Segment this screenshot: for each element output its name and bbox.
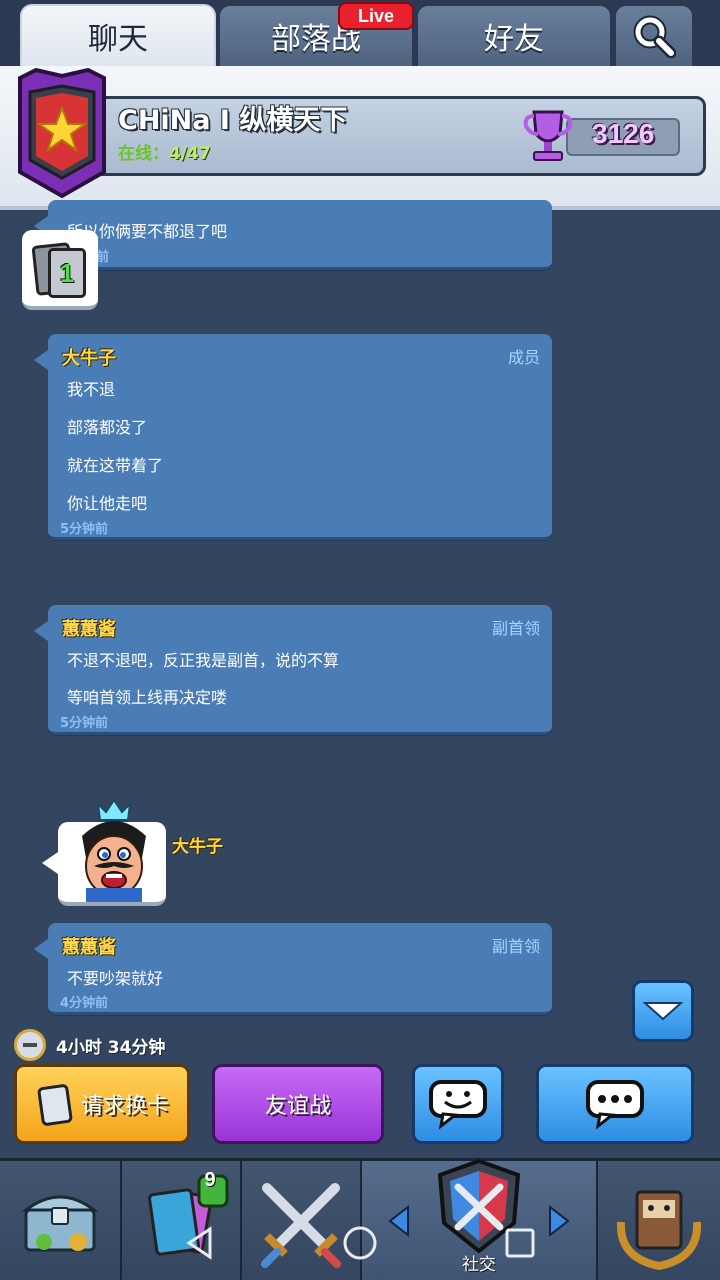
sender-role: 成员 [507, 348, 540, 367]
chat-bubble-icon [586, 1080, 644, 1130]
emote-button[interactable] [412, 1064, 504, 1144]
back-triangle-icon[interactable] [186, 1226, 214, 1260]
online-value: 4/47 [169, 144, 211, 164]
chat-message: 蕙蕙酱 副首领 不要吵架就好 4分钟前 [34, 923, 552, 1015]
chat-message: 所以你俩要不都退了吧 前 [34, 200, 552, 270]
search-button[interactable] [614, 4, 694, 68]
chat-input-button[interactable] [536, 1064, 694, 1144]
nav-events[interactable] [598, 1161, 720, 1280]
trophy-icon [523, 110, 573, 161]
friendly-battle-label: 友谊战 [264, 1094, 331, 1119]
message-line: 不要吵架就好 [67, 969, 164, 988]
scroll-down-button[interactable] [632, 980, 694, 1042]
sender-name: 蕙蕙酱 [62, 619, 116, 640]
trophy-count: 3126 [592, 118, 655, 149]
home-circle-icon[interactable] [342, 1225, 378, 1261]
online-count: 在线：4/47 [118, 139, 211, 164]
crossed-swords-icon [261, 1183, 341, 1268]
emote-message [42, 798, 166, 906]
tab-chat[interactable]: 聊天 [20, 4, 216, 68]
arrow-right-icon[interactable] [548, 1205, 570, 1237]
chat-message: 大牛子 成员 我不退 部落都没了 就在这带着了 你让他走吧 5分钟前 [34, 334, 552, 540]
message-line: 等咱首领上线再决定喽 [67, 688, 228, 707]
message-time: 5分钟前 [60, 522, 109, 537]
level-badge: 1 [22, 230, 98, 310]
message-line: 我不退 [67, 380, 116, 399]
nav-social[interactable]: 社交 [362, 1158, 598, 1280]
cards-badge: 9 [204, 1169, 216, 1191]
sender-name: 大牛子 [62, 348, 116, 369]
clan-badge-icon [18, 68, 106, 199]
sender-name: 蕙蕙酱 [62, 937, 116, 958]
arrow-left-icon[interactable] [388, 1205, 410, 1237]
tab-friends[interactable]: 好友 [416, 4, 612, 68]
level-number: 1 [48, 248, 86, 298]
card-request-icon [37, 1084, 73, 1126]
sender-role: 副首领 [491, 619, 540, 638]
tournament-icon [616, 1190, 702, 1271]
friendly-battle-button[interactable]: 友谊战 [212, 1064, 384, 1144]
chat-message: 蕙蕙酱 副首领 不退不退吧，反正我是副首，说的不算 等咱首领上线再决定喽 5分钟… [34, 605, 552, 735]
emote-sender-name: 大牛子 [172, 837, 223, 857]
live-badge: Live [338, 2, 414, 30]
message-line: 不退不退吧，反正我是副首，说的不算 [67, 651, 340, 670]
online-label: 在线： [118, 144, 169, 164]
message-line: 就在这带着了 [67, 456, 164, 475]
smiley-chat-icon [429, 1080, 487, 1130]
message-time: 5分钟前 [60, 716, 109, 731]
timer-text: 4小时 34分钟 [56, 1037, 166, 1058]
clock-icon [14, 1029, 46, 1061]
request-cards-button[interactable]: 请求换卡 [14, 1064, 190, 1144]
nav-cards[interactable]: 9 [122, 1161, 242, 1280]
bottom-nav: 9 社交 [0, 1158, 720, 1280]
chest-icon [21, 1195, 99, 1252]
sender-role: 副首领 [491, 937, 540, 956]
request-timer: 4小时 34分钟 [14, 1028, 165, 1062]
tab-friends-label: 好友 [484, 22, 544, 57]
message-time: 4分钟前 [60, 996, 109, 1011]
nav-shop[interactable] [0, 1161, 122, 1280]
recents-square-icon[interactable] [504, 1227, 536, 1259]
chevron-down-icon [643, 1002, 683, 1021]
clan-name: CHiNa I 纵横天下 [118, 105, 348, 136]
nav-battle[interactable] [242, 1161, 362, 1280]
message-line: 部落都没了 [67, 418, 148, 437]
tab-chat-label: 聊天 [88, 22, 148, 57]
search-icon [633, 15, 676, 58]
nav-social-label: 社交 [462, 1255, 496, 1275]
king-emote-icon [82, 798, 146, 902]
message-line: 你让他走吧 [67, 494, 148, 513]
request-cards-label: 请求换卡 [80, 1094, 169, 1119]
